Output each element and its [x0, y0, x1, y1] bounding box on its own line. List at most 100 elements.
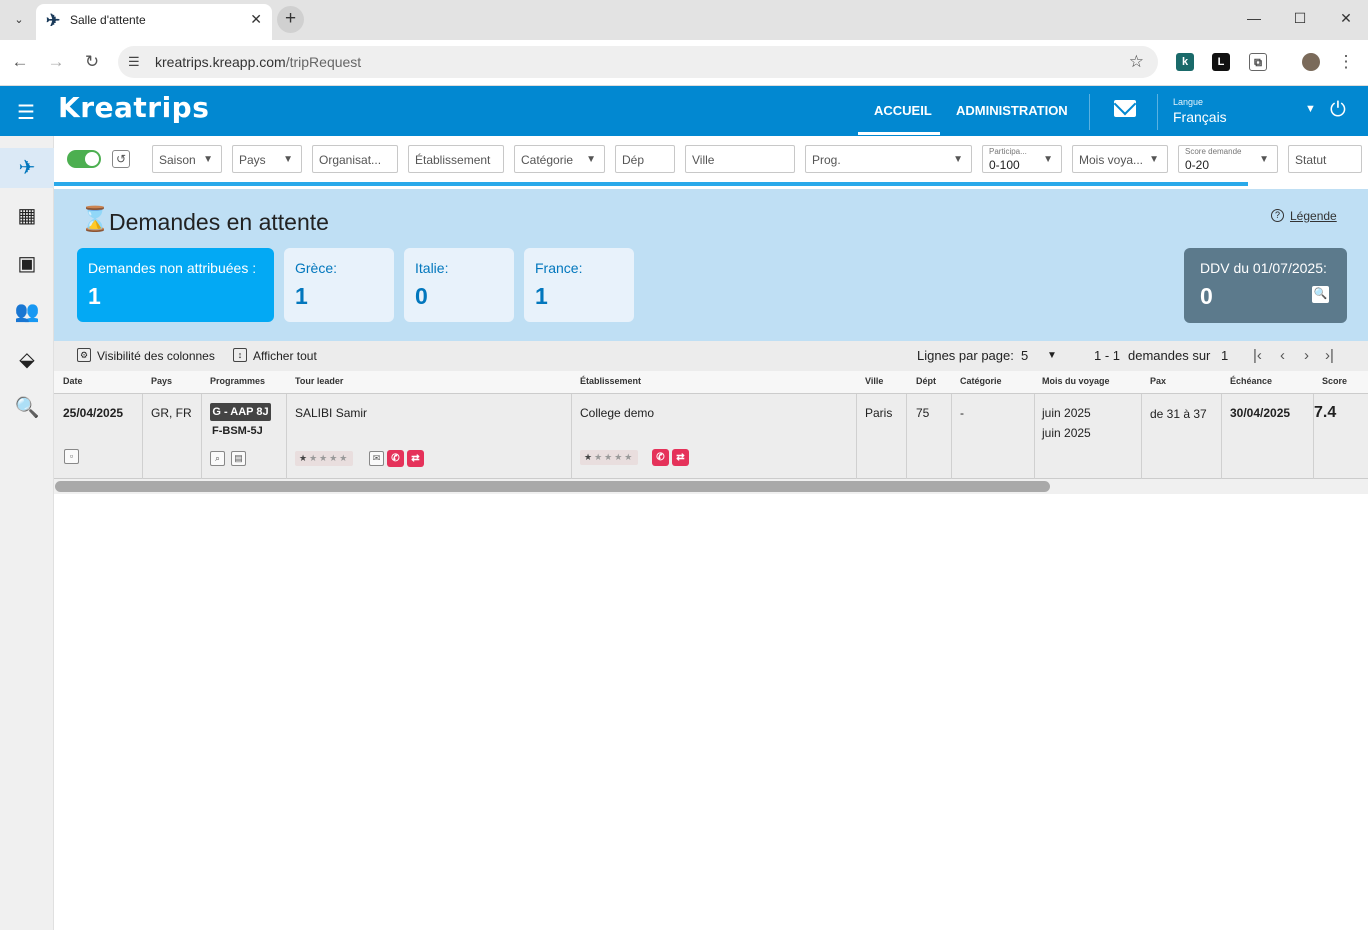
legende-link[interactable]: Légende	[1290, 209, 1337, 223]
profile-avatar[interactable]	[1302, 53, 1320, 71]
minimize-icon[interactable]: —	[1244, 10, 1264, 26]
mail-icon[interactable]	[1114, 100, 1136, 117]
maximize-icon[interactable]: ☐	[1290, 10, 1310, 27]
column-visibility-icon[interactable]: ⚙	[77, 348, 91, 362]
filter-etablissement[interactable]: Établissement	[408, 145, 504, 173]
browser-tab[interactable]: ✈ Salle d'attente ✕	[36, 4, 272, 40]
extensions-puzzle-icon[interactable]: ⧉	[1249, 53, 1267, 71]
show-all-button[interactable]: Afficher tout	[253, 349, 317, 363]
column-header-date[interactable]: Date	[63, 376, 83, 386]
travel-search-icon[interactable]: 🔍	[0, 388, 54, 428]
filter-pays[interactable]: Pays ▼	[232, 145, 302, 173]
column-header-dept[interactable]: Dépt	[916, 376, 936, 386]
users-icon[interactable]: 👥	[0, 292, 54, 332]
reset-filters-icon[interactable]: ↺	[112, 150, 130, 168]
help-circle-icon[interactable]: ?	[1271, 209, 1284, 222]
logout-power-icon[interactable]: ⏻	[1330, 99, 1346, 122]
filter-prog[interactable]: Prog. ▼	[805, 145, 972, 173]
reload-icon[interactable]: ↻	[82, 52, 102, 72]
search-icon[interactable]: 🔍	[1312, 286, 1329, 303]
url-field[interactable]: ☰ kreatrips.kreapp.com/tripRequest ☆	[118, 46, 1158, 78]
filter-organisation[interactable]: Organisat...	[312, 145, 398, 173]
dashboard-icon[interactable]: ▦	[0, 196, 54, 236]
cell-mois-2: juin 2025	[1042, 426, 1091, 440]
card-value: 0	[1200, 283, 1213, 309]
prev-page-icon[interactable]: ‹	[1280, 347, 1285, 364]
email-icon[interactable]: ✉	[369, 451, 384, 466]
filter-score[interactable]: Score demande 0-20 ▼	[1178, 145, 1278, 173]
filter-participants[interactable]: Participa... 0-100 ▼	[982, 145, 1062, 173]
site-settings-icon[interactable]: ☰	[128, 54, 140, 70]
column-header-tour-leader[interactable]: Tour leader	[295, 376, 343, 386]
column-header-categorie[interactable]: Catégorie	[960, 376, 1002, 386]
nav-administration[interactable]: ADMINISTRATION	[956, 103, 1068, 118]
filter-categorie[interactable]: Catégorie ▼	[514, 145, 605, 173]
expand-vertical-icon[interactable]: ↕	[233, 348, 247, 362]
column-header-pax[interactable]: Pax	[1150, 376, 1166, 386]
tour-leader-rating[interactable]: ★★★★★	[295, 451, 354, 466]
chevron-down-icon: ▼	[953, 154, 963, 165]
card-ddv[interactable]: DDV du 01/07/2025: 0 🔍	[1184, 248, 1347, 323]
browser-menu-icon[interactable]: ⋮	[1336, 52, 1356, 72]
filter-mois[interactable]: Mois voya... ▼	[1072, 145, 1168, 173]
filter-statut[interactable]: Statut	[1288, 145, 1362, 173]
extension-1-icon[interactable]: k	[1176, 53, 1194, 71]
search-icon[interactable]: ⌕	[210, 451, 225, 466]
app-logo[interactable]: Kreatrips	[58, 91, 209, 124]
comment-icon[interactable]: ▤	[231, 451, 246, 466]
column-header-echeance[interactable]: Échéance	[1230, 376, 1272, 386]
filter-saison[interactable]: Saison ▼	[152, 145, 222, 173]
programme-badge[interactable]: G - AAP 8J	[210, 403, 271, 421]
cell-etablissement[interactable]: College demo	[580, 406, 654, 420]
tab-close-icon[interactable]: ✕	[250, 11, 262, 28]
language-select[interactable]: Français	[1173, 109, 1227, 125]
horizontal-scrollbar[interactable]	[54, 479, 1368, 494]
filter-dep[interactable]: Dép	[615, 145, 675, 173]
card-italie[interactable]: Italie: 0	[404, 248, 514, 322]
last-page-icon[interactable]: ›|	[1325, 347, 1334, 364]
tab-search-chevron-icon[interactable]: ⌄	[8, 9, 30, 31]
calendar-icon[interactable]: ▣	[0, 244, 54, 284]
document-icon[interactable]: ▫	[64, 449, 79, 464]
window-close-icon[interactable]: ✕	[1336, 10, 1356, 27]
table-row[interactable]: 25/04/2025 ▫ GR, FR G - AAP 8J F-BSM-5J …	[54, 394, 1368, 479]
column-header-ville[interactable]: Ville	[865, 376, 883, 386]
rows-per-page-caret-icon[interactable]: ▼	[1047, 350, 1057, 361]
card-france[interactable]: France: 1	[524, 248, 634, 322]
column-header-programmes[interactable]: Programmes	[210, 376, 265, 386]
forward-icon[interactable]: →	[46, 52, 66, 72]
call-icon[interactable]: ✆	[652, 449, 669, 466]
column-header-mois[interactable]: Mois du voyage	[1042, 376, 1110, 386]
chevron-down-icon: ▼	[1149, 154, 1159, 165]
swap-icon[interactable]: ⇄	[672, 449, 689, 466]
etablissement-rating[interactable]: ★★★★★	[580, 450, 639, 465]
column-header-pays[interactable]: Pays	[151, 376, 172, 386]
active-toggle[interactable]	[67, 150, 101, 168]
filter-etablissement-label: Établissement	[415, 153, 491, 167]
table-toolbar: ⚙ Visibilité des colonnes ↕ Afficher tou…	[54, 341, 1368, 371]
card-unassigned[interactable]: Demandes non attribuées : 1	[77, 248, 274, 322]
column-header-score[interactable]: Score	[1322, 376, 1347, 386]
chevron-down-icon: ▼	[1259, 154, 1269, 165]
scrollbar-thumb[interactable]	[55, 481, 1050, 492]
hamburger-menu-icon[interactable]: ☰	[17, 100, 35, 125]
filter-ville[interactable]: Ville	[685, 145, 795, 173]
filter-ville-label: Ville	[692, 153, 715, 167]
swap-icon[interactable]: ⇄	[407, 450, 424, 467]
card-grece[interactable]: Grèce: 1	[284, 248, 394, 322]
rows-per-page-select[interactable]: 5	[1021, 348, 1028, 363]
language-caret-icon[interactable]: ▼	[1305, 103, 1316, 115]
columns-visibility-button[interactable]: Visibilité des colonnes	[97, 349, 215, 363]
plane-icon[interactable]: ✈	[0, 148, 54, 188]
extension-2-icon[interactable]: L	[1212, 53, 1230, 71]
next-page-icon[interactable]: ›	[1304, 347, 1309, 364]
handshake-icon[interactable]: ⬙	[0, 340, 54, 380]
new-tab-button[interactable]: +	[277, 6, 304, 33]
call-icon[interactable]: ✆	[387, 450, 404, 467]
bookmark-star-icon[interactable]: ☆	[1129, 52, 1144, 72]
back-icon[interactable]: ←	[10, 52, 30, 72]
nav-accueil[interactable]: ACCUEIL	[874, 103, 932, 118]
first-page-icon[interactable]: |‹	[1253, 347, 1262, 364]
column-header-etablissement[interactable]: Établissement	[580, 376, 641, 386]
cell-tour-leader[interactable]: SALIBI Samir	[295, 406, 367, 420]
